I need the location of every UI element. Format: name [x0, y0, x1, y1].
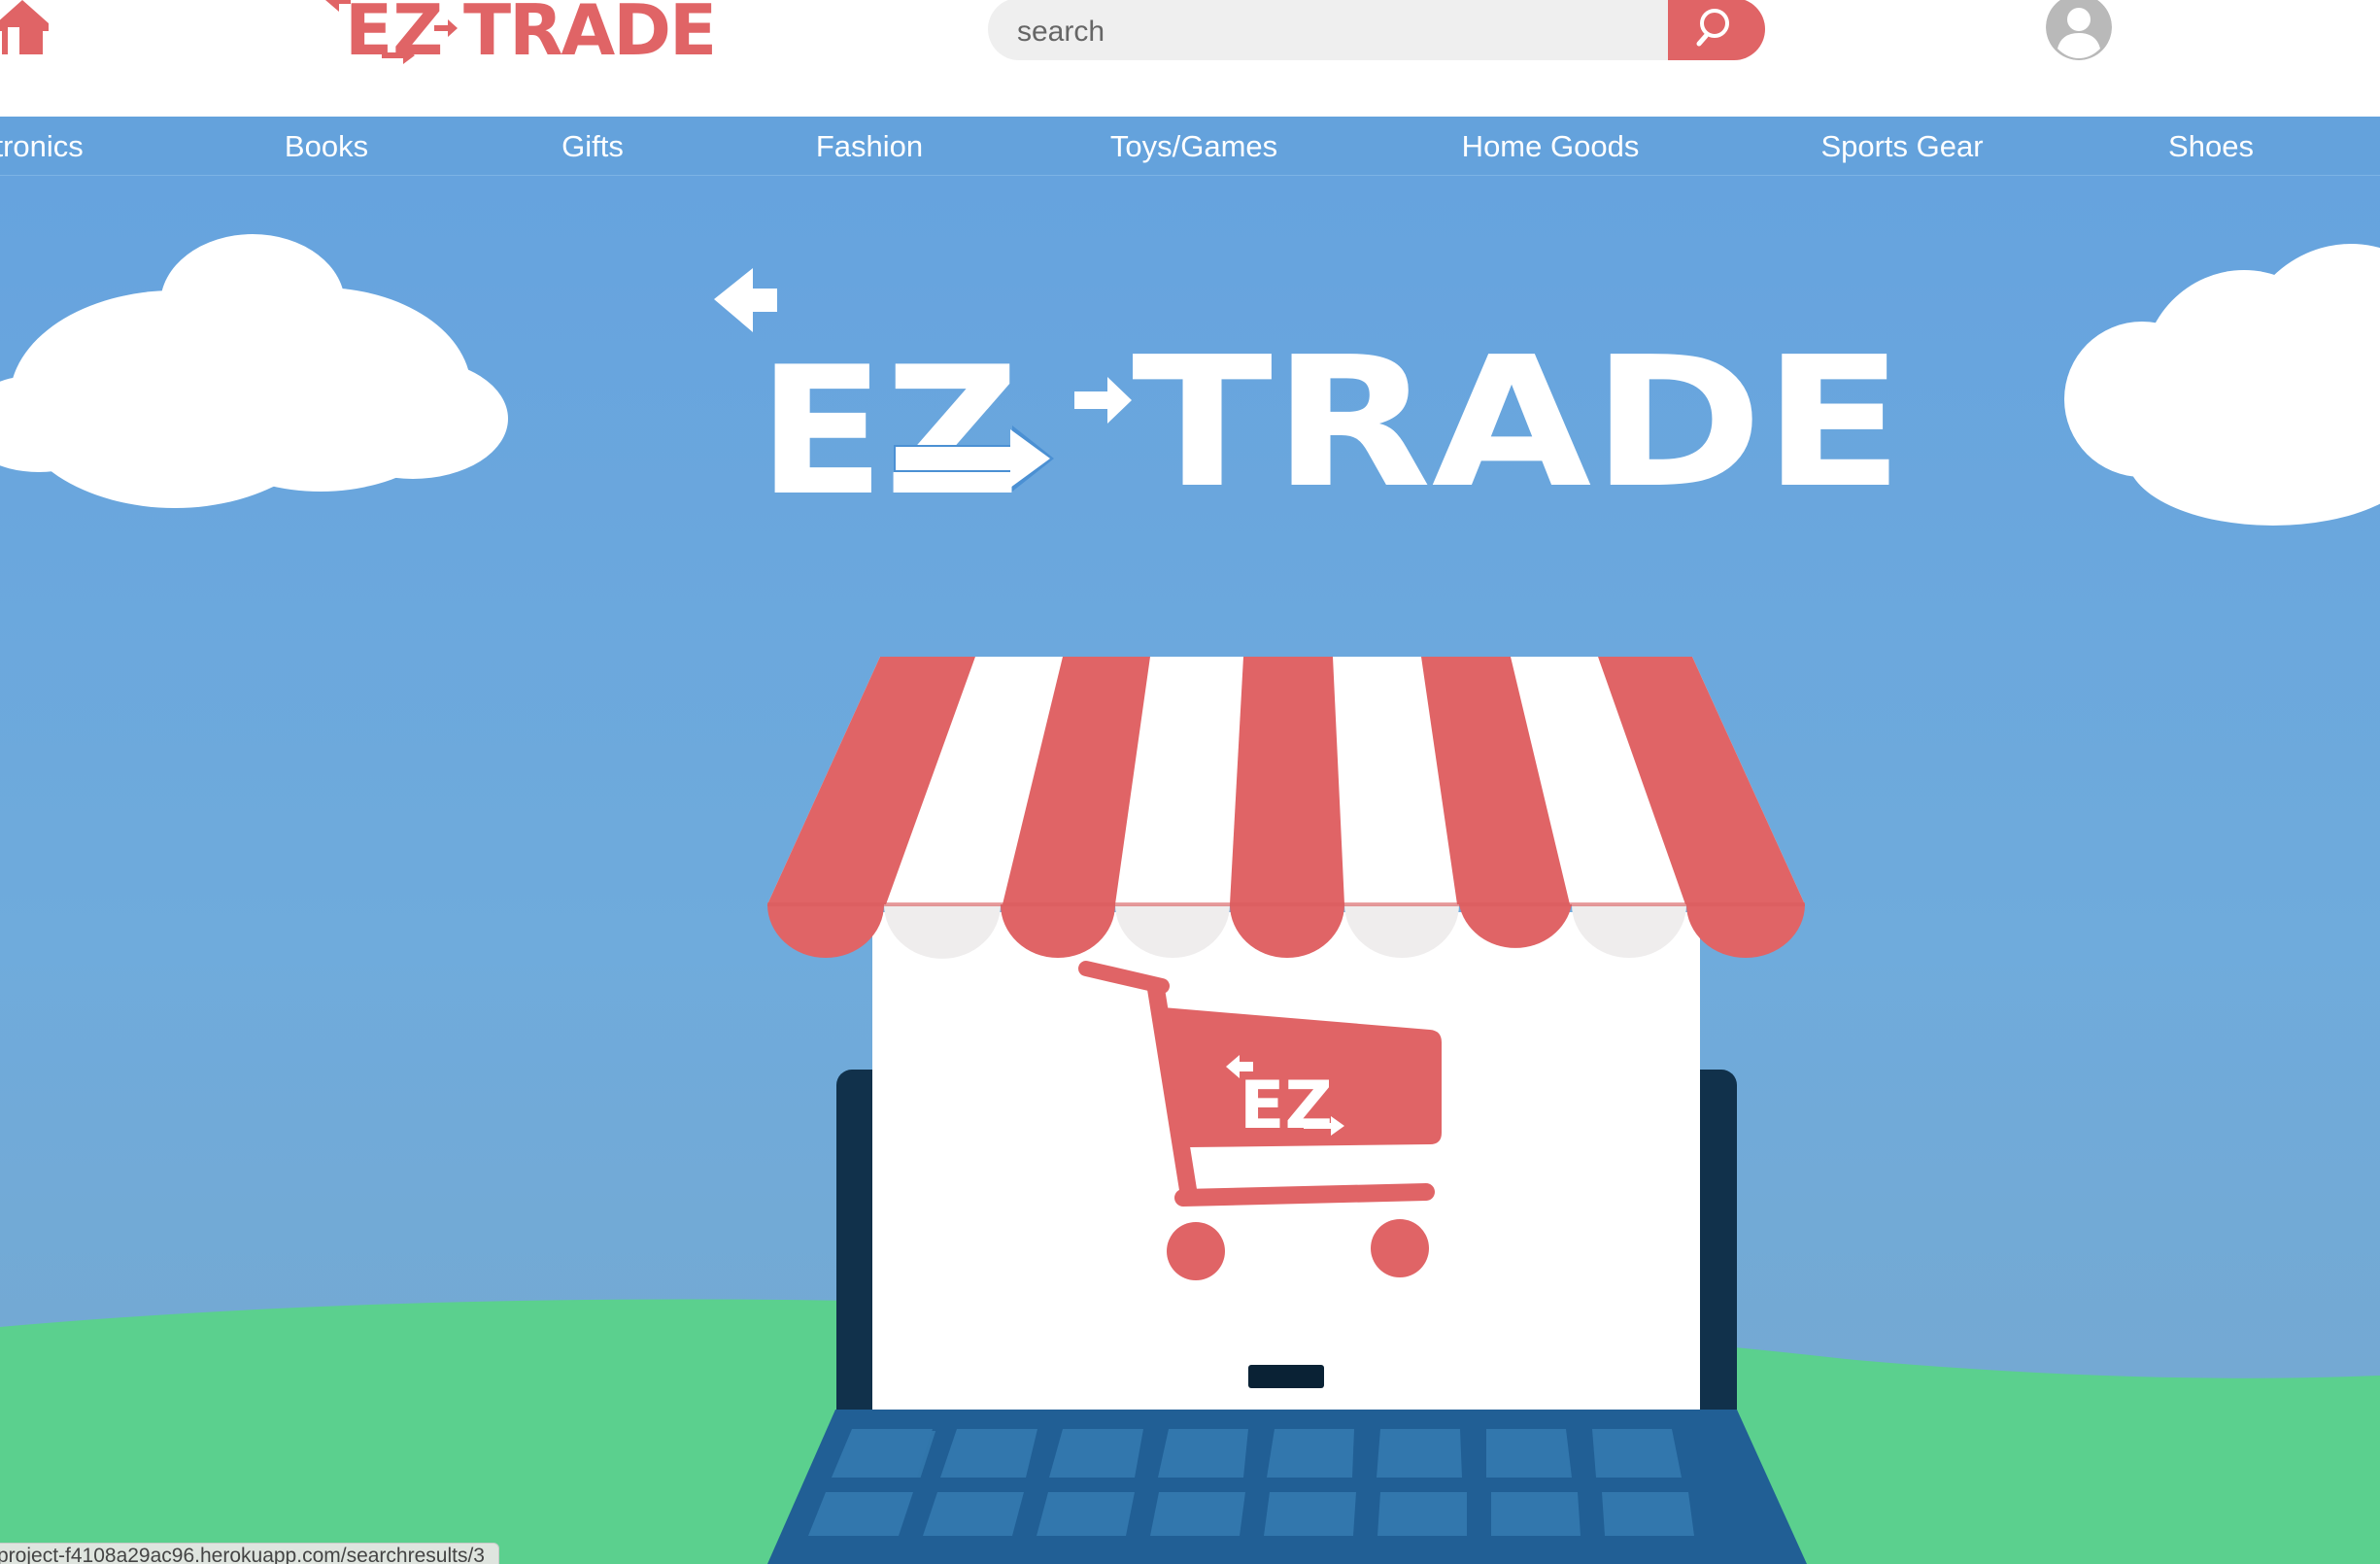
page: EZ TRADE search ronics Books Gifts Fashi…	[0, 0, 2380, 1564]
nav-item-home-goods[interactable]: Home Goods	[1462, 117, 1640, 175]
nav-item-electronics[interactable]: Electronics	[0, 117, 84, 175]
hero-banner: EZ TRADE EZ	[0, 176, 2380, 1564]
nav-item-sports-gear[interactable]: Sports Gear	[1820, 117, 1983, 175]
home-icon	[0, 0, 49, 54]
search-input[interactable]	[988, 0, 1668, 60]
user-avatar-icon	[2046, 0, 2112, 60]
nav-item-toys-games[interactable]: Toys/Games	[1110, 117, 1277, 175]
search-button[interactable]	[1668, 0, 1765, 60]
cart-badge-text: EZ	[1240, 1068, 1333, 1144]
store-awning	[767, 657, 1805, 959]
category-nav: Electronics Books Gifts Fashion Toys/Gam…	[0, 117, 2380, 176]
site-header: EZ TRADE	[0, 0, 2380, 117]
nav-item-shoes[interactable]: Shoes	[2168, 117, 2254, 175]
nav-item-books[interactable]: Books	[285, 117, 368, 175]
home-button[interactable]	[0, 0, 54, 60]
svg-text:TRADE: TRADE	[463, 0, 714, 66]
hero-logo-ez: EZ	[758, 328, 1020, 534]
user-avatar-button[interactable]	[2046, 0, 2112, 60]
hero-illustration: EZ TRADE EZ	[0, 176, 2380, 1564]
search-bar	[988, 0, 1765, 60]
header-logo[interactable]: EZ TRADE	[325, 0, 717, 71]
nav-item-fashion[interactable]: Fashion	[816, 117, 923, 175]
browser-status-url: project-f4108a29ac96.herokuapp.com/searc…	[0, 1543, 499, 1564]
hero-logo-trade: TRADE	[1132, 318, 1904, 527]
search-icon	[1696, 9, 1729, 47]
nav-item-gifts[interactable]: Gifts	[561, 117, 624, 175]
